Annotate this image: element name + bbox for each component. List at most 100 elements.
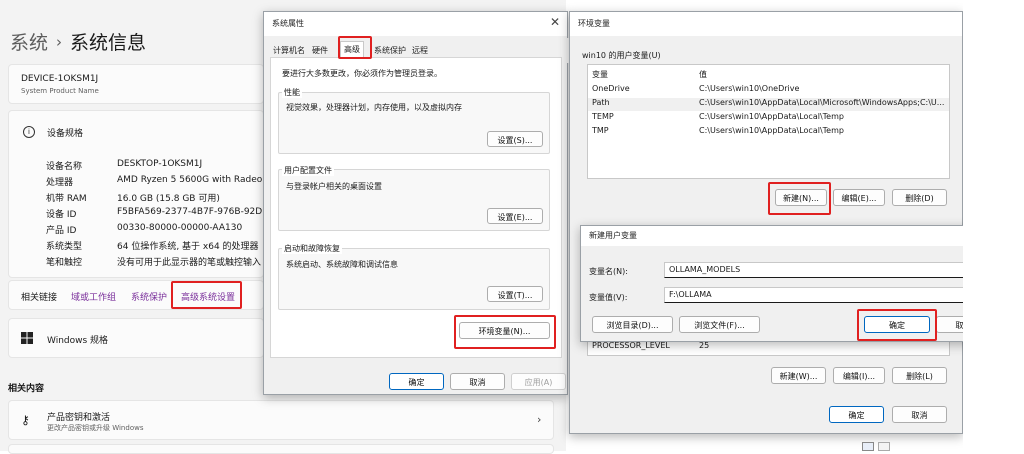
- dialog-titlebar: 新建用户变量 ✕: [581, 226, 996, 246]
- browse-directory-button[interactable]: 浏览目录(D)...: [592, 316, 673, 333]
- var-value: 25: [699, 341, 710, 350]
- performance-settings-button[interactable]: 设置(S)...: [487, 131, 543, 147]
- spec-key: 产品 ID: [46, 226, 77, 236]
- var-name: Path: [592, 98, 610, 107]
- highlight-box: [454, 315, 556, 349]
- var-value: C:\Users\win10\AppData\Local\Temp: [699, 112, 844, 121]
- startup-settings-button[interactable]: 设置(T)...: [487, 286, 543, 302]
- group-label: 启动和故障恢复: [282, 243, 342, 254]
- admin-note: 要进行大多数更改，你必须作为管理员登录。: [282, 69, 442, 78]
- env-cancel-button[interactable]: 取消: [892, 406, 947, 423]
- breadcrumb-parent[interactable]: 系统: [10, 32, 48, 54]
- product-key-title: 产品密钥和激活: [47, 413, 111, 423]
- spec-key: 机带 RAM: [46, 194, 87, 204]
- var-name: TMP: [592, 126, 609, 135]
- column-header-value[interactable]: 值: [699, 69, 947, 80]
- var-value: C:\Users\win10\AppData\Local\Temp: [699, 126, 844, 135]
- profile-settings-button[interactable]: 设置(E)...: [487, 208, 543, 224]
- group-desc: 与登录帐户相关的桌面设置: [286, 182, 382, 191]
- related-content-heading: 相关内容: [8, 384, 45, 394]
- breadcrumb: 系统 › 系统信息: [10, 28, 146, 55]
- dialog-title: 新建用户变量: [589, 231, 637, 240]
- cancel-button[interactable]: 取消: [450, 373, 505, 390]
- spec-value: 没有可用于此显示器的笔或触控输入: [117, 258, 262, 268]
- column-header-variable[interactable]: 变量: [592, 69, 608, 80]
- windows-spec-title: Windows 规格: [47, 336, 109, 346]
- tab-remote[interactable]: 远程: [409, 43, 431, 58]
- highlight-box: [171, 281, 242, 309]
- ok-button[interactable]: 确定: [389, 373, 444, 390]
- info-icon: i: [23, 126, 35, 138]
- user-vars-label: win10 的用户变量(U): [582, 51, 661, 60]
- spec-key: 笔和触控: [46, 258, 83, 268]
- edit-system-var-button[interactable]: 编辑(I)...: [833, 367, 885, 384]
- var-value: C:\Users\win10\OneDrive: [699, 84, 800, 93]
- var-name-label: 变量名(N):: [589, 267, 628, 276]
- table-row[interactable]: OneDrive C:\Users\win10\OneDrive: [588, 84, 949, 97]
- dialog-title: 系统属性: [272, 19, 304, 28]
- user-vars-list[interactable]: 变量 值 OneDrive C:\Users\win10\OneDrive Pa…: [587, 64, 950, 179]
- spec-key: 系统类型: [46, 242, 83, 252]
- chevron-right-icon: ›: [56, 33, 63, 51]
- list-item[interactable]: [8, 444, 554, 454]
- spec-value: AMD Ryzen 5 5600G with Radeon Gr: [117, 175, 262, 185]
- spec-value: DESKTOP-1OKSM1J: [117, 159, 203, 169]
- spec-key: 设备名称: [46, 162, 83, 172]
- device-subtitle: System Product Name: [21, 87, 99, 95]
- table-row[interactable]: TEMP C:\Users\win10\AppData\Local\Temp: [588, 112, 949, 125]
- windows-spec-card[interactable]: Windows 规格: [8, 318, 264, 358]
- key-icon: ⚷: [21, 413, 30, 427]
- dialog-titlebar: 环境变量: [570, 12, 962, 36]
- list-header: 变量 值: [588, 69, 949, 82]
- browse-file-button[interactable]: 浏览文件(F)...: [679, 316, 760, 333]
- highlight-box: [338, 36, 372, 59]
- new-system-var-button[interactable]: 新建(W)...: [771, 367, 826, 384]
- table-row[interactable]: TMP C:\Users\win10\AppData\Local\Temp: [588, 126, 949, 139]
- spec-value: 00330-80000-00000-AA130: [117, 223, 243, 233]
- env-ok-button[interactable]: 确定: [829, 406, 884, 423]
- group-label: 用户配置文件: [282, 165, 334, 176]
- highlight-box: [857, 309, 937, 341]
- link-system-protection[interactable]: 系统保护: [131, 290, 167, 303]
- edit-user-var-button[interactable]: 编辑(E)...: [833, 189, 885, 206]
- apply-button[interactable]: 应用(A): [511, 373, 566, 390]
- link-domain-workgroup[interactable]: 域或工作组: [71, 290, 116, 303]
- device-name-card: DEVICE-1OKSM1J System Product Name: [8, 64, 264, 104]
- delete-system-var-button[interactable]: 删除(L): [892, 367, 947, 384]
- background-window: [963, 0, 1024, 451]
- spec-value: 64 位操作系统, 基于 x64 的处理器: [117, 242, 259, 252]
- tab-computer-name[interactable]: 计算机名: [270, 43, 308, 58]
- group-label: 性能: [282, 87, 302, 98]
- tab-hardware[interactable]: 硬件: [309, 43, 331, 58]
- new-user-variable-dialog: 新建用户变量 ✕ 变量名(N): OLLAMA_MODELS 变量值(V): F…: [580, 225, 997, 342]
- product-key-desc: 更改产品密钥或升级 Windows: [47, 424, 144, 432]
- var-name-input[interactable]: OLLAMA_MODELS: [664, 262, 989, 278]
- windows-logo-icon: [21, 332, 33, 344]
- var-value-input[interactable]: F:\OLLAMA: [664, 287, 989, 303]
- spec-key: 处理器: [46, 178, 74, 188]
- tab-system-protection[interactable]: 系统保护: [371, 43, 409, 58]
- device-name-title: DEVICE-1OKSM1J: [21, 74, 99, 84]
- close-icon[interactable]: ✕: [550, 15, 560, 29]
- group-desc: 系统启动、系统故障和调试信息: [286, 260, 398, 269]
- var-name: OneDrive: [592, 84, 630, 93]
- var-value: C:\Users\win10\AppData\Local\Microsoft\W…: [699, 98, 945, 107]
- related-links-label: 相关链接: [21, 293, 58, 303]
- group-desc: 视觉效果，处理器计划，内存使用，以及虚拟内存: [286, 103, 462, 112]
- table-row[interactable]: Path C:\Users\win10\AppData\Local\Micros…: [588, 98, 949, 111]
- var-name: PROCESSOR_LEVEL: [592, 341, 670, 350]
- environment-variables-dialog: 环境变量 win10 的用户变量(U) 变量 值 OneDrive C:\Use…: [569, 11, 963, 434]
- spec-section-title: 设备规格: [47, 129, 84, 139]
- product-key-card[interactable]: ⚷ 产品密钥和激活 更改产品密钥或升级 Windows ›: [8, 400, 554, 440]
- page-title: 系统信息: [70, 32, 147, 54]
- highlight-box: [768, 182, 831, 215]
- taskbar-icon[interactable]: [878, 442, 890, 451]
- dialog-title: 环境变量: [578, 19, 610, 28]
- spec-value: 16.0 GB (15.8 GB 可用): [117, 194, 220, 204]
- var-name: TEMP: [592, 112, 614, 121]
- delete-user-var-button[interactable]: 删除(D): [892, 189, 947, 206]
- dialog-titlebar: 系统属性 ✕: [264, 12, 567, 36]
- taskbar-icon[interactable]: [862, 442, 874, 451]
- spec-value: F5BFA569-2377-4B7F-976B-92DD84F: [117, 207, 262, 217]
- table-row[interactable]: PROCESSOR_LEVEL 25: [588, 341, 949, 354]
